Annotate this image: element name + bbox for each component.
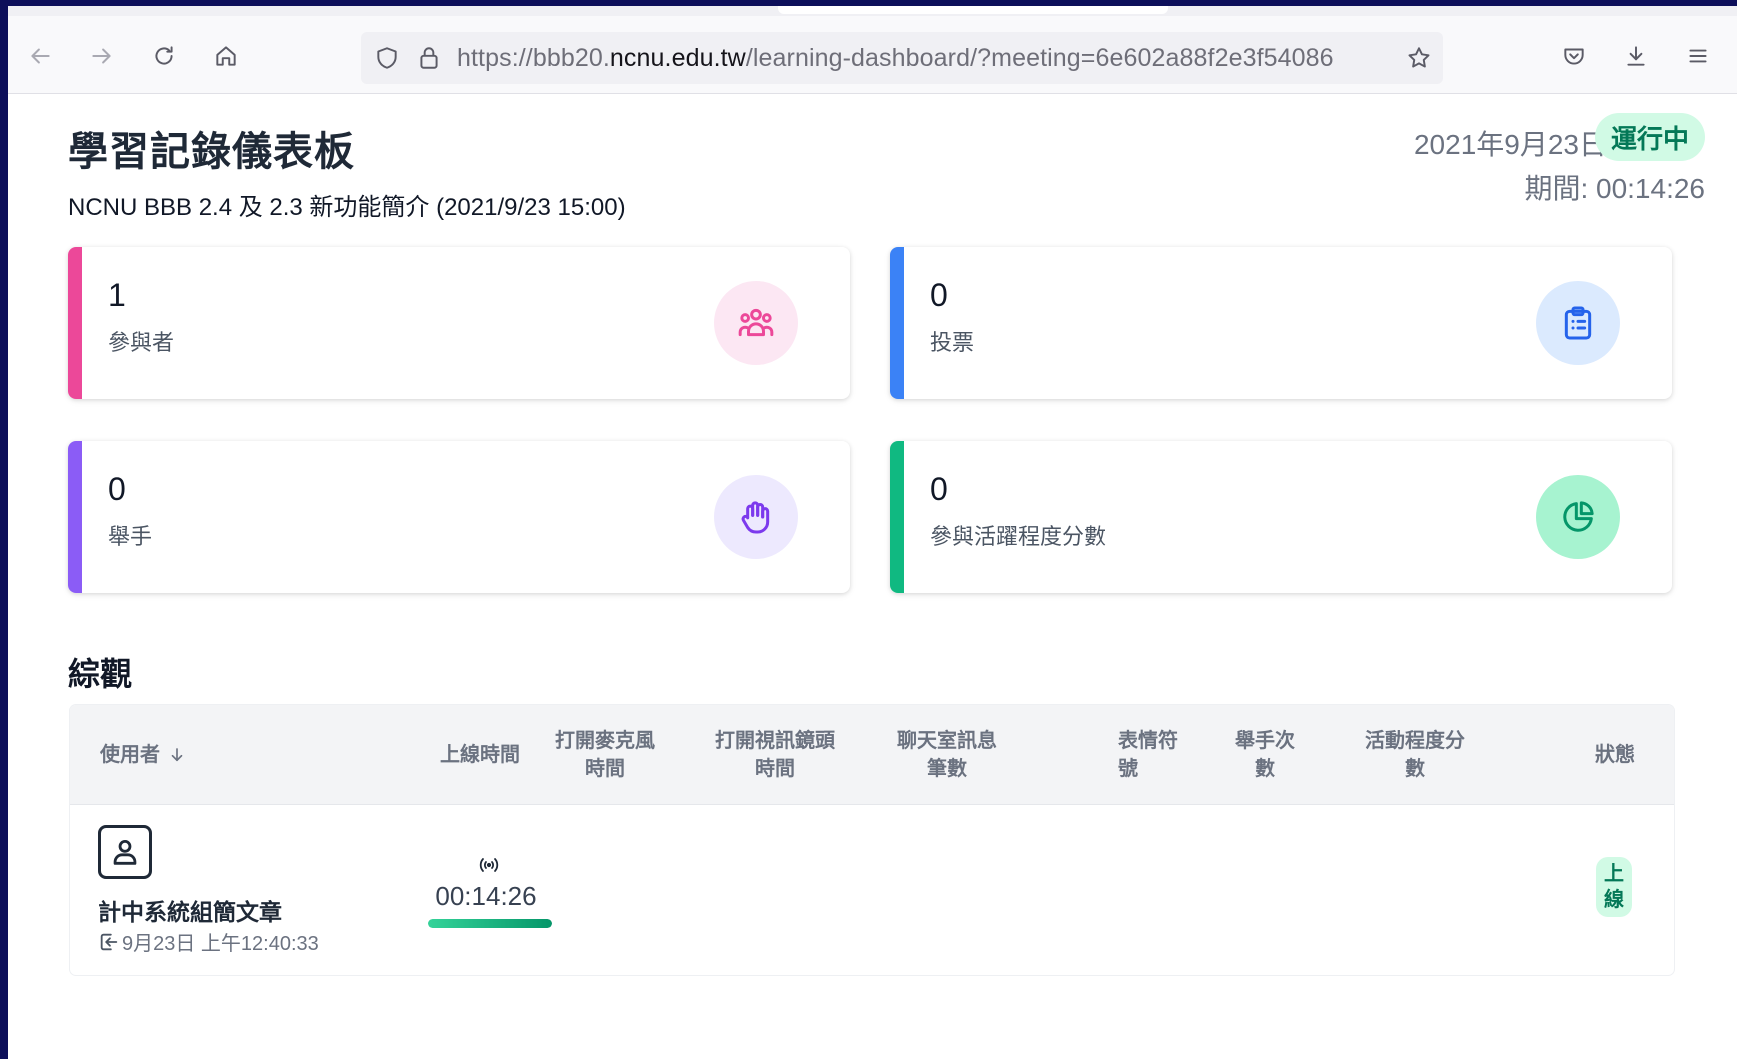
online-time-progress-bar	[428, 919, 552, 928]
column-header-label: 表情符	[1118, 730, 1178, 752]
online-time-progress-fill	[428, 919, 552, 928]
users-icon	[714, 281, 798, 365]
card-accent-bar	[890, 247, 904, 399]
lock-icon[interactable]	[415, 44, 443, 72]
column-header-user[interactable]: 使用者	[100, 705, 186, 805]
browser-window: https://bbb20.ncnu.edu.tw/learning-dashb…	[8, 6, 1737, 1059]
online-broadcast-icon	[479, 858, 499, 872]
meeting-status-badge: 運行中	[1594, 113, 1705, 161]
column-header-label: 數	[1405, 758, 1425, 780]
column-header-mic-time[interactable]: 打開麥克風 時間	[550, 705, 660, 805]
pocket-icon	[1564, 48, 1584, 65]
home-icon	[216, 46, 236, 66]
card-accent-bar	[68, 441, 82, 593]
online-time-value: 00:14:26	[435, 881, 537, 911]
join-time: 9月23日 上午12:40:33	[98, 927, 319, 956]
column-header-label: 活動程度分	[1365, 730, 1465, 752]
column-header-emoji[interactable]: 表情符 號	[1118, 705, 1198, 805]
url-prefix: https://bbb20.	[457, 43, 610, 72]
overview-heading: 綜觀	[68, 656, 133, 692]
polls-count: 0	[930, 277, 948, 313]
table-header: 使用者 上線時間 打開麥克風 時間 打開視訊鏡頭 時間 聊天室訊息 筆數 表情符…	[70, 705, 1674, 805]
user-name: 計中系統組簡文章	[98, 899, 282, 925]
bookmark-star-icon[interactable]	[1405, 44, 1433, 72]
table-row: 計中系統組簡文章 9月23日 上午12:40:33 00:14:26 上線	[70, 805, 1674, 975]
column-header-raise-hand[interactable]: 舉手次 數	[1220, 705, 1310, 805]
active-tab[interactable]	[778, 6, 1168, 14]
activity-score-card[interactable]: 0 參與活躍程度分數	[890, 441, 1672, 593]
user-status-badge: 上線	[1596, 857, 1632, 917]
pocket-button[interactable]	[1556, 38, 1592, 74]
column-header-label: 聊天室訊息	[897, 730, 997, 752]
meeting-date: 2021年9月23日	[1413, 129, 1607, 160]
clipboard-icon	[1536, 281, 1620, 365]
column-header-label: 使用者	[100, 744, 160, 766]
hamburger-menu-icon	[1689, 49, 1707, 63]
page-title: 學習記錄儀表板	[68, 130, 355, 174]
tab-strip	[8, 6, 1737, 16]
sort-down-arrow-icon[interactable]	[168, 746, 186, 764]
column-header-label: 時間	[755, 758, 795, 780]
column-header-label: 筆數	[927, 758, 967, 780]
participants-count: 1	[108, 277, 126, 313]
column-header-label: 舉手次	[1235, 730, 1295, 752]
dashboard-page: 學習記錄儀表板 NCNU BBB 2.4 及 2.3 新功能簡介 (2021/9…	[8, 95, 1737, 975]
menu-button[interactable]	[1680, 38, 1716, 74]
arrow-right-icon	[92, 48, 111, 64]
column-header-label: 數	[1255, 758, 1275, 780]
meeting-name: NCNU BBB 2.4 及 2.3 新功能簡介 (2021/9/23 15:0…	[68, 194, 626, 221]
url-text[interactable]: https://bbb20.ncnu.edu.tw/learning-dashb…	[457, 44, 1367, 73]
polls-card[interactable]: 0 投票	[890, 247, 1672, 399]
user-icon	[113, 839, 137, 865]
activity-score-label: 參與活躍程度分數	[930, 524, 1107, 549]
column-header-webcam-time[interactable]: 打開視訊鏡頭 時間	[710, 705, 840, 805]
participants-label: 參與者	[108, 330, 175, 355]
back-button[interactable]	[22, 38, 58, 74]
column-header-label: 狀態	[1595, 744, 1635, 766]
polls-label: 投票	[930, 330, 975, 355]
pie-chart-icon	[1536, 475, 1620, 559]
meeting-duration: 期間: 00:14:26	[1524, 173, 1705, 204]
column-header-label: 打開視訊鏡頭	[715, 730, 835, 752]
hand-icon	[714, 475, 798, 559]
column-header-activity-score[interactable]: 活動程度分 數	[1360, 705, 1470, 805]
address-bar[interactable]: https://bbb20.ncnu.edu.tw/learning-dashb…	[361, 32, 1443, 84]
column-header-label: 上線時間	[440, 744, 520, 766]
card-accent-bar	[68, 247, 82, 399]
participants-card[interactable]: 1 參與者	[68, 247, 850, 399]
activity-score-value: 0	[930, 471, 948, 507]
raise-hand-card[interactable]: 0 舉手	[68, 441, 850, 593]
column-header-label: 號	[1118, 758, 1138, 780]
login-icon	[100, 933, 118, 950]
downloads-button[interactable]	[1618, 38, 1654, 74]
column-header-label: 打開麥克風	[555, 730, 655, 752]
column-header-status[interactable]: 狀態	[1580, 705, 1650, 805]
reload-icon	[155, 46, 173, 65]
browser-toolbar: https://bbb20.ncnu.edu.tw/learning-dashb…	[8, 16, 1737, 94]
arrow-left-icon	[31, 48, 50, 64]
reload-button[interactable]	[146, 38, 182, 74]
forward-button[interactable]	[84, 38, 120, 74]
overview-table: 使用者 上線時間 打開麥克風 時間 打開視訊鏡頭 時間 聊天室訊息 筆數 表情符…	[70, 705, 1674, 975]
join-time-text: 9月23日 上午12:40:33	[122, 933, 319, 955]
shield-icon[interactable]	[373, 44, 401, 72]
url-path: /learning-dashboard/?meeting=6e602a88f2e…	[745, 43, 1334, 72]
raise-hand-count: 0	[108, 471, 126, 507]
url-domain: ncnu.edu.tw	[609, 43, 746, 72]
download-icon	[1627, 46, 1645, 66]
column-header-online-time[interactable]: 上線時間	[390, 705, 570, 805]
column-header-chat-count[interactable]: 聊天室訊息 筆數	[892, 705, 1002, 805]
home-button[interactable]	[208, 38, 244, 74]
user-avatar	[98, 825, 152, 879]
raise-hand-label: 舉手	[108, 524, 153, 549]
column-header-label: 時間	[585, 758, 625, 780]
card-accent-bar	[890, 441, 904, 593]
